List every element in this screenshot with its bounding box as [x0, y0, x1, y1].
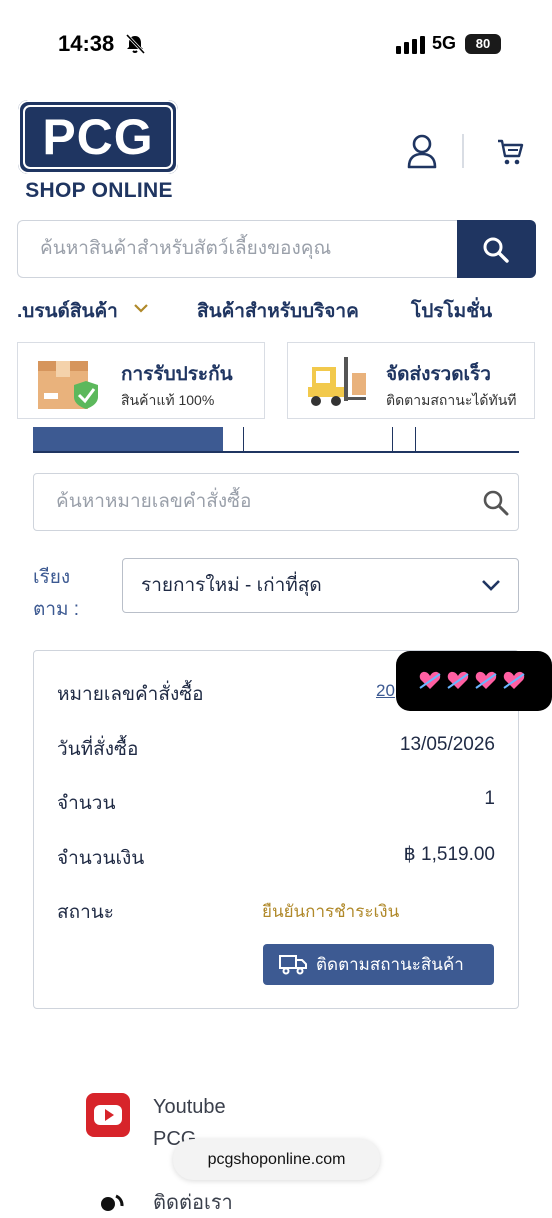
feature-title: จัดส่งรวดเร็ว: [386, 364, 491, 385]
contact-icon[interactable]: [86, 1182, 130, 1212]
nav-brands[interactable]: .บรนด์สินค้า: [17, 296, 118, 326]
tab-divider: [415, 427, 416, 451]
cart-icon[interactable]: [496, 138, 524, 166]
bell-muted-icon: [125, 34, 146, 54]
track-button-label: ติดตามสถานะสินค้า: [316, 955, 464, 974]
order-number-link[interactable]: 20: [376, 681, 395, 701]
browser-url-bar[interactable]: pcgshoponline.com: [173, 1139, 380, 1180]
contact-label[interactable]: ติดต่อเรา: [153, 1186, 233, 1218]
warranty-box-icon: [38, 361, 98, 409]
search-button[interactable]: [457, 220, 536, 278]
battery-indicator: 80: [465, 34, 501, 54]
search-icon: [483, 237, 509, 263]
order-search-input[interactable]: ค้นหาหมายเลขคำสั่งซื้อ: [33, 473, 519, 531]
order-date-value: 13/05/2026: [399, 734, 495, 755]
truck-icon: [279, 955, 307, 975]
brand-logo[interactable]: PCG: [18, 100, 178, 174]
nav-donation-products[interactable]: สินค้าสำหรับบริจาค: [197, 296, 359, 326]
order-amount-label: จำนวนเงิน: [57, 848, 145, 869]
order-date-label: วันที่สั่งซื้อ: [57, 739, 139, 760]
forklift-icon: [308, 357, 366, 406]
network-label: 5G: [432, 33, 457, 53]
feature-card-warranty: การรับประกัน สินค้าแท้ 100%: [17, 342, 265, 419]
user-account-icon[interactable]: [406, 133, 438, 169]
order-status-label: สถานะ: [57, 902, 114, 923]
heart-icon: [447, 671, 469, 689]
chevron-down-icon[interactable]: [481, 578, 501, 592]
chevron-down-icon[interactable]: [133, 302, 149, 314]
order-qty-label: จำนวน: [57, 793, 116, 814]
heart-icon: [475, 671, 497, 689]
youtube-label[interactable]: Youtube: [153, 1096, 226, 1119]
tab-divider: [392, 427, 393, 451]
heart-icon: [503, 671, 525, 689]
search-icon[interactable]: [483, 490, 509, 516]
feature-subtitle: ติดตามสถานะได้ทันที: [386, 392, 517, 408]
tab-divider: [243, 427, 244, 451]
logo-text: PCG: [42, 109, 154, 165]
status-time: 14:38: [58, 31, 115, 56]
youtube-icon[interactable]: [86, 1093, 130, 1137]
product-search-input[interactable]: ค้นหาสินค้าสำหรับสัตว์เลี้ยงของคุณ: [17, 220, 457, 278]
header-divider: [462, 134, 464, 168]
order-number-label: หมายเลขคำสั่งซื้อ: [57, 684, 204, 705]
order-amount-value: ฿ 1,519.00: [403, 844, 495, 865]
signal-icon: [396, 36, 425, 54]
feature-subtitle: สินค้าแท้ 100%: [121, 392, 215, 408]
nav-promotions[interactable]: โปรโมชั่น: [411, 296, 492, 326]
order-tabs-active[interactable]: [33, 427, 223, 451]
feature-card-delivery: จัดส่งรวดเร็ว ติดตามสถานะได้ทันที: [287, 342, 535, 419]
sort-label-line1: เรียง: [33, 567, 71, 588]
heart-sticker: [396, 651, 552, 711]
track-shipment-button[interactable]: ติดตามสถานะสินค้า: [263, 944, 494, 985]
sort-label-line2: ตาม :: [33, 599, 80, 620]
sort-label: เรียง ตาม :: [33, 562, 113, 626]
logo-tagline: SHOP ONLINE: [25, 179, 173, 202]
heart-icon: [419, 671, 441, 689]
order-qty-value: 1: [484, 788, 495, 809]
order-status-value: ยืนยันการชำระเงิน: [262, 902, 400, 921]
sort-select[interactable]: รายการใหม่ - เก่าที่สุด: [122, 558, 519, 613]
feature-title: การรับประกัน: [121, 364, 233, 385]
